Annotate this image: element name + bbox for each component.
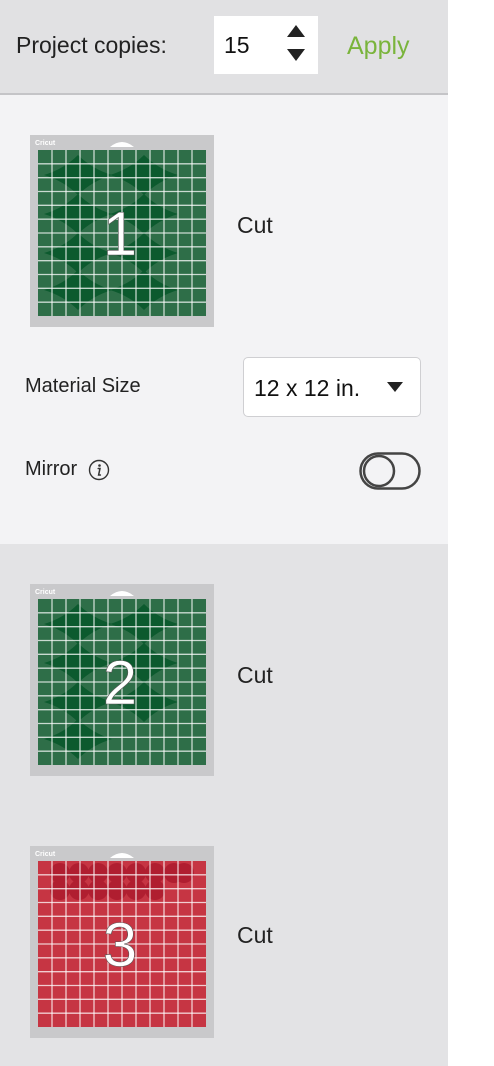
project-copies-label: Project copies:: [16, 32, 167, 58]
copies-stepper[interactable]: [286, 22, 306, 66]
cut-shape-circle: [107, 880, 127, 900]
mat-preview-panel: Project copies: 15 Apply Cricut 1 Cut Mat…: [0, 0, 448, 1066]
project-copies-value: 15: [224, 32, 250, 58]
apply-button[interactable]: Apply: [347, 32, 410, 61]
project-copies-input[interactable]: 15: [214, 16, 318, 74]
cut-shape-circle: [50, 880, 70, 900]
cut-shape-circle: [88, 880, 108, 900]
cut-shape-circle: [69, 880, 89, 900]
mirror-toggle[interactable]: [359, 452, 421, 490]
mirror-label: Mirror: [25, 458, 78, 480]
material-size-label: Material Size: [25, 375, 141, 397]
mat-1-mode-label: Cut: [237, 212, 273, 238]
increment-arrow-icon[interactable]: [286, 22, 306, 40]
mat-3-mode-label: Cut: [237, 922, 273, 948]
chevron-down-icon: [387, 382, 403, 392]
project-copies-bar: Project copies: 15 Apply: [0, 0, 448, 95]
mat-number: 1: [103, 200, 137, 269]
mat-2-mode-label: Cut: [237, 662, 273, 688]
mat-number: 2: [103, 649, 137, 718]
cut-shape-circle: [145, 880, 165, 900]
mat-brand-logo: Cricut: [35, 140, 56, 147]
mat-3-thumbnail[interactable]: Cricut 3: [30, 846, 214, 1038]
info-icon[interactable]: [88, 459, 110, 481]
decrement-arrow-icon[interactable]: [286, 46, 306, 64]
material-size-value: 12 x 12 in.: [254, 375, 361, 401]
mat-brand-logo: Cricut: [35, 851, 56, 858]
mat-2-thumbnail[interactable]: Cricut 2: [30, 584, 214, 776]
material-size-select[interactable]: 12 x 12 in.: [243, 357, 421, 417]
mat-brand-logo: Cricut: [35, 589, 56, 596]
cut-shape-circle: [174, 863, 194, 883]
mat-1-thumbnail[interactable]: Cricut 1: [30, 135, 214, 327]
mat-number: 3: [103, 911, 137, 980]
